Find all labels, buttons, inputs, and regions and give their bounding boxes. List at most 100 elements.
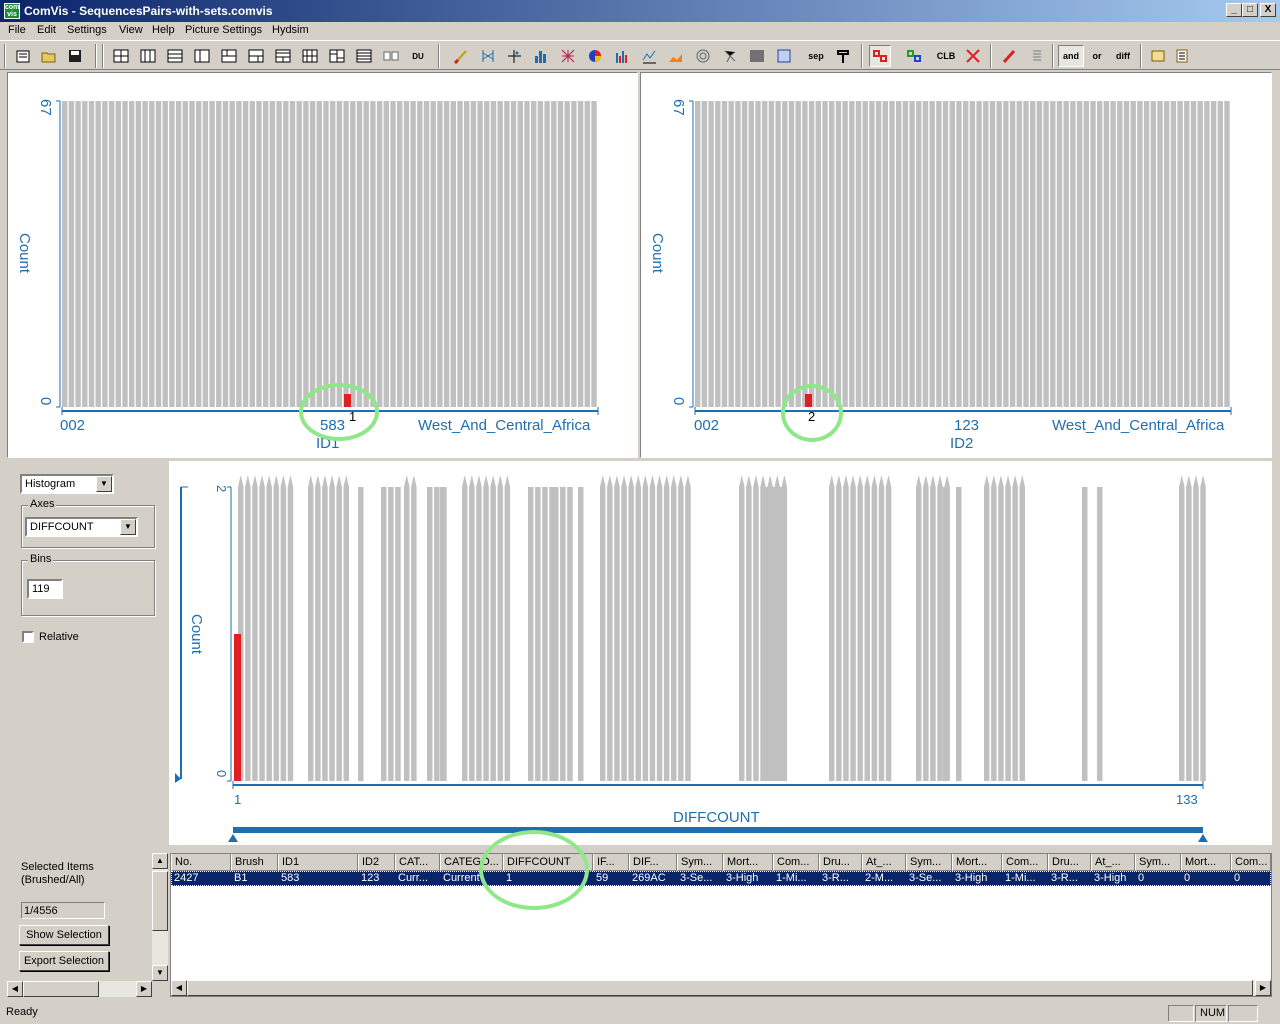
clb-icon[interactable]: CLB [933,45,959,67]
column-header[interactable]: Mort... [952,854,1002,871]
network-icon[interactable] [719,45,741,67]
parallel-coords-icon[interactable] [477,45,499,67]
scroll-thumb[interactable] [23,981,99,997]
grid-chart-icon[interactable] [557,45,579,67]
table-view-icon[interactable] [773,45,795,67]
layout-6-icon[interactable] [245,45,267,67]
multi-histogram-icon[interactable] [611,45,633,67]
scroll-right-icon[interactable]: ▶ [1255,980,1271,996]
layout-8-icon[interactable] [299,45,321,67]
column-header[interactable]: IF... [593,854,629,871]
red-brush-icon[interactable] [869,45,891,67]
menu-picture-settings[interactable]: Picture Settings [185,24,262,36]
green-brush-icon[interactable] [903,45,925,67]
line-chart-icon[interactable] [638,45,660,67]
last-icon[interactable] [962,45,984,67]
scroll-thumb[interactable] [187,980,1253,996]
axes-select[interactable]: DIFFCOUNT ▼ [25,517,138,537]
close-button[interactable]: X [1260,3,1276,17]
vertical-scrollbar[interactable]: ▲ ▼ [152,853,168,981]
lines-icon[interactable] [1026,45,1048,67]
image-view-icon[interactable] [746,45,768,67]
chevron-down-icon[interactable]: ▼ [120,519,136,535]
relative-checkbox[interactable] [22,631,34,643]
scroll-thumb[interactable] [152,871,168,931]
layout-1-icon[interactable] [110,45,132,67]
column-header[interactable]: Mort... [723,854,773,871]
histogram-diffcount-chart[interactable] [169,461,1272,845]
or-button[interactable]: or [1086,45,1108,67]
bins-input[interactable]: 119 [27,579,63,599]
area-chart-icon[interactable] [665,45,687,67]
histogram-panel-id1[interactable]: 67 0 Count 002 583 West_And_Central_Afri… [7,72,638,458]
column-header[interactable]: Dru... [819,854,862,871]
horizontal-scrollbar[interactable]: ◀ ▶ [7,981,152,997]
minimize-button[interactable]: _ [1226,3,1242,17]
column-header[interactable]: ID1 [278,854,358,871]
open-folder-icon[interactable] [38,45,60,67]
scroll-down-icon[interactable]: ▼ [152,965,168,981]
export-image-icon[interactable] [1147,45,1169,67]
column-header[interactable]: Com... [773,854,819,871]
menu-view[interactable]: View [119,24,143,36]
scroll-right-icon[interactable]: ▶ [136,981,152,997]
new-icon[interactable] [12,45,34,67]
column-header[interactable]: Sym... [1135,854,1181,871]
column-header[interactable]: Mort... [1181,854,1231,871]
layout-9-icon[interactable] [326,45,348,67]
data-table[interactable]: No. Brush ID1 ID2 CAT... CATEGO... DIFFCOUNT IF… [170,830,1272,997]
column-header[interactable]: Com... [1002,854,1048,871]
column-header[interactable]: DIF... [629,854,677,871]
show-selection-button[interactable]: Show Selection [19,925,109,945]
menu-file[interactable]: File [8,24,26,36]
sep-icon[interactable]: sep [805,45,827,67]
brush-icon[interactable] [450,45,472,67]
histogram-bar [989,101,996,407]
column-header[interactable]: At_... [1091,854,1135,871]
menu-hydsim[interactable]: Hydsim [272,24,309,36]
histogram-panel-diffcount[interactable]: 2 0 Count 1 133 DIFFCOUNT [169,461,1272,845]
view-type-select[interactable]: Histogram ▼ [20,474,114,494]
export-selection-button[interactable]: Export Selection [19,951,109,971]
layout-5-icon[interactable] [218,45,240,67]
du-icon[interactable]: DU [406,45,430,67]
scroll-left-icon[interactable]: ◀ [171,980,187,996]
and-button[interactable]: and [1058,45,1084,67]
histogram-panel-id2[interactable]: 67 0 Count 002 123 West_And_Central_Afri… [640,72,1272,458]
column-header[interactable]: CAT... [395,854,440,871]
layout-10-icon[interactable] [353,45,375,67]
spiral-icon[interactable] [692,45,714,67]
table-horizontal-scrollbar[interactable]: ◀ ▶ [171,980,1271,996]
column-header[interactable]: At_... [862,854,906,871]
layout-7-icon[interactable] [272,45,294,67]
menu-settings[interactable]: Settings [67,24,107,36]
histogram-id2-chart[interactable] [641,73,1271,457]
column-header[interactable]: No. [171,854,231,871]
scatter-axes-icon[interactable] [503,45,525,67]
layout-3-icon[interactable] [164,45,186,67]
menu-help[interactable]: Help [152,24,175,36]
column-header[interactable]: Com... [1231,854,1271,871]
save-icon[interactable] [64,45,86,67]
column-header[interactable]: Dru... [1048,854,1091,871]
column-header[interactable]: Brush [231,854,278,871]
maximize-button[interactable]: □ [1242,3,1258,17]
diff-button[interactable]: diff [1112,45,1134,67]
notes-icon[interactable] [1171,45,1193,67]
scroll-up-icon[interactable]: ▲ [152,853,168,869]
pencil-icon[interactable] [998,45,1020,67]
histogram-bar [557,101,564,407]
layout-2-icon[interactable] [137,45,159,67]
histogram-icon[interactable] [530,45,552,67]
pie-chart-icon[interactable] [584,45,606,67]
column-header[interactable]: ID2 [358,854,395,871]
layout-4-icon[interactable] [191,45,213,67]
column-header[interactable]: Sym... [677,854,723,871]
layout-11-icon[interactable] [380,45,402,67]
hammer-icon[interactable] [832,45,854,67]
chevron-down-icon[interactable]: ▼ [96,476,112,492]
column-header[interactable]: Sym... [906,854,952,871]
menu-edit[interactable]: Edit [37,24,56,36]
histogram-bar [476,487,482,781]
scroll-left-icon[interactable]: ◀ [7,981,23,997]
